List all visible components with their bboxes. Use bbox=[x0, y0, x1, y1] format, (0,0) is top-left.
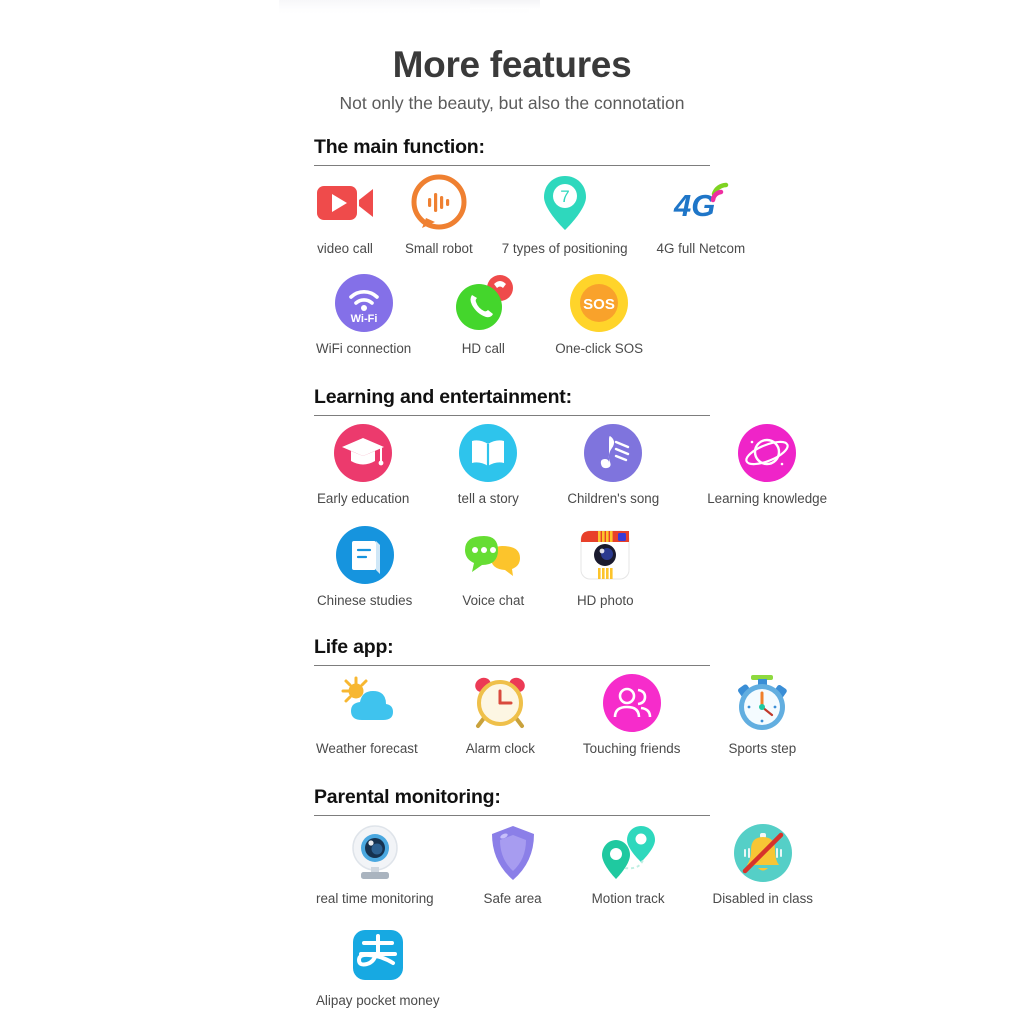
icon-row-learning-1: Early education tell a story Children's … bbox=[317, 422, 827, 506]
feature-label: Weather forecast bbox=[316, 741, 418, 756]
icon-row-main-1: video call Small robot 7 7 types of posi… bbox=[314, 172, 745, 256]
feature-item-weather-forecast[interactable]: Weather forecast bbox=[316, 672, 418, 756]
icon-row-parental-1: real time monitoring Safe area Motion tr… bbox=[316, 822, 813, 906]
feature-label: Learning knowledge bbox=[707, 491, 828, 506]
feature-item-hd-photo[interactable]: HD photo bbox=[574, 524, 636, 608]
feature-label: Touching friends bbox=[582, 741, 681, 756]
feature-label: Sports step bbox=[728, 741, 797, 756]
feature-label: tell a story bbox=[457, 491, 519, 506]
feature-label: HD photo bbox=[576, 593, 634, 608]
feature-item-early-education[interactable]: Early education bbox=[317, 422, 409, 506]
camera-photo-icon bbox=[574, 524, 636, 586]
feature-label: Small robot bbox=[405, 241, 473, 256]
feature-item-video-call[interactable]: video call bbox=[314, 172, 376, 256]
icon-row-parental-2: Alipay pocket money bbox=[316, 924, 440, 1008]
page-title: More features bbox=[392, 44, 632, 85]
feature-item-alipay-pocket-money[interactable]: Alipay pocket money bbox=[316, 924, 440, 1008]
feature-label: Alarm clock bbox=[465, 741, 535, 756]
planet-icon bbox=[736, 422, 798, 484]
page-top-artifact-secondary bbox=[470, 0, 540, 9]
feature-item-4g-netcom[interactable]: 4G 4G full Netcom bbox=[656, 172, 746, 256]
four-g-signal-icon: 4G bbox=[670, 172, 732, 234]
phone-call-icon bbox=[452, 272, 514, 334]
feature-label: One-click SOS bbox=[555, 341, 644, 356]
svg-text:Wi-Fi: Wi-Fi bbox=[350, 313, 377, 325]
section-learning-entertainment: Learning and entertainment: bbox=[314, 386, 710, 416]
features-page: More features Not only the beauty, but a… bbox=[0, 0, 1024, 1024]
bell-disabled-icon bbox=[732, 822, 794, 884]
alipay-icon bbox=[347, 924, 409, 986]
feature-item-chinese-studies[interactable]: Chinese studies bbox=[317, 524, 412, 608]
feature-item-voice-chat[interactable]: Voice chat bbox=[462, 524, 524, 608]
svg-text:7: 7 bbox=[560, 187, 569, 206]
webcam-icon bbox=[344, 822, 406, 884]
section-life-app: Life app: bbox=[314, 636, 710, 666]
feature-item-hd-call[interactable]: HD call bbox=[452, 272, 514, 356]
feature-label: Chinese studies bbox=[317, 593, 413, 608]
section-divider bbox=[314, 665, 710, 666]
section-heading: The main function: bbox=[314, 136, 485, 158]
feature-label: real time monitoring bbox=[316, 891, 434, 906]
chat-bubbles-icon bbox=[462, 524, 524, 586]
feature-item-learning-knowledge[interactable]: Learning knowledge bbox=[707, 422, 827, 506]
sun-cloud-icon bbox=[336, 672, 398, 734]
feature-label: WiFi connection bbox=[316, 341, 412, 356]
stopwatch-icon bbox=[731, 672, 793, 734]
feature-label: 7 types of positioning bbox=[501, 241, 628, 256]
feature-item-safe-area[interactable]: Safe area bbox=[482, 822, 544, 906]
section-heading: Life app: bbox=[314, 636, 394, 658]
shield-icon bbox=[482, 822, 544, 884]
open-book-icon bbox=[457, 422, 519, 484]
icon-row-life-1: Weather forecast Alarm clock Touching fr… bbox=[316, 672, 796, 756]
feature-item-disabled-in-class[interactable]: Disabled in class bbox=[713, 822, 813, 906]
notebook-icon bbox=[334, 524, 396, 586]
feature-label: Disabled in class bbox=[712, 891, 814, 906]
icon-row-main-2: Wi-Fi WiFi connection HD call SOS One-cl… bbox=[316, 272, 643, 356]
feature-item-positioning[interactable]: 7 7 types of positioning bbox=[502, 172, 628, 256]
section-heading: Learning and entertainment: bbox=[314, 386, 572, 408]
icon-row-learning-2: Chinese studies Voice chat HD photo bbox=[317, 524, 636, 608]
feature-item-touching-friends[interactable]: Touching friends bbox=[582, 672, 681, 756]
feature-item-childrens-song[interactable]: Children's song bbox=[567, 422, 659, 506]
feature-label: Early education bbox=[317, 491, 410, 506]
feature-item-tell-a-story[interactable]: tell a story bbox=[457, 422, 519, 506]
map-pin-seven-icon: 7 bbox=[534, 172, 596, 234]
page-subtitle: Not only the beauty, but also the connot… bbox=[339, 93, 685, 113]
feature-label: video call bbox=[317, 241, 373, 256]
section-divider bbox=[314, 165, 710, 166]
feature-item-real-time-monitoring[interactable]: real time monitoring bbox=[316, 822, 434, 906]
section-divider bbox=[314, 815, 710, 816]
two-people-icon bbox=[601, 672, 663, 734]
feature-item-motion-track[interactable]: Motion track bbox=[592, 822, 665, 906]
feature-label: Safe area bbox=[483, 891, 542, 906]
feature-item-sports-step[interactable]: Sports step bbox=[728, 672, 796, 756]
video-camera-icon bbox=[314, 172, 376, 234]
feature-label: HD call bbox=[461, 341, 505, 356]
graduation-cap-icon bbox=[332, 422, 394, 484]
sound-wave-bubble-icon bbox=[408, 172, 470, 234]
svg-text:4G: 4G bbox=[673, 188, 715, 223]
wifi-icon: Wi-Fi bbox=[333, 272, 395, 334]
section-divider bbox=[314, 415, 710, 416]
feature-item-small-robot[interactable]: Small robot bbox=[405, 172, 473, 256]
motion-track-icon bbox=[597, 822, 659, 884]
section-main-function: The main function: bbox=[314, 136, 710, 166]
sos-icon: SOS bbox=[568, 272, 630, 334]
feature-label: Voice chat bbox=[462, 593, 525, 608]
svg-text:SOS: SOS bbox=[583, 296, 615, 313]
music-note-icon bbox=[582, 422, 644, 484]
feature-label: Alipay pocket money bbox=[316, 993, 440, 1008]
feature-label: Motion track bbox=[591, 891, 665, 906]
alarm-clock-icon bbox=[469, 672, 531, 734]
feature-item-alarm-clock[interactable]: Alarm clock bbox=[466, 672, 535, 756]
feature-item-wifi[interactable]: Wi-Fi WiFi connection bbox=[316, 272, 411, 356]
section-heading: Parental monitoring: bbox=[314, 786, 501, 808]
feature-label: 4G full Netcom bbox=[656, 241, 746, 256]
feature-label: Children's song bbox=[567, 491, 660, 506]
section-parental-monitoring: Parental monitoring: bbox=[314, 786, 710, 816]
feature-item-sos[interactable]: SOS One-click SOS bbox=[555, 272, 643, 356]
